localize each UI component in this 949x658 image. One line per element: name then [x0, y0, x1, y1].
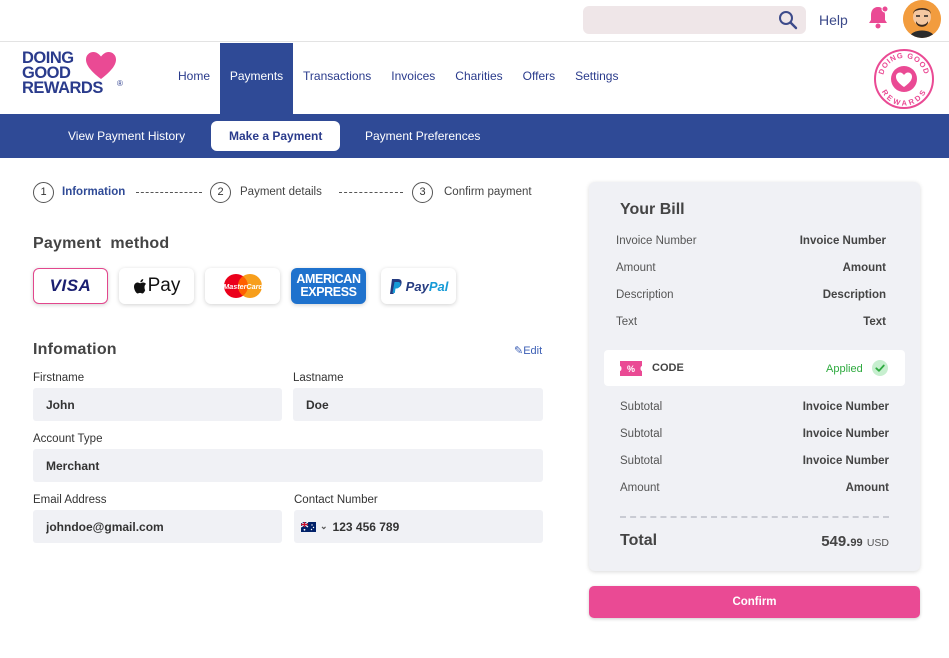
nav-menu: Home Payments Transactions Invoices Char…	[168, 43, 628, 114]
email-field[interactable]	[33, 510, 282, 543]
paypal-icon	[389, 278, 402, 294]
bill-row-value: Text	[863, 316, 886, 328]
code-label: CODE	[652, 362, 684, 374]
step-2-number: 2	[210, 182, 231, 203]
contact-label: Contact Number	[294, 494, 378, 506]
mastercard-logo: MasterCard	[223, 274, 263, 298]
lastname-field[interactable]	[293, 388, 543, 421]
confirm-button[interactable]: Confirm	[589, 586, 920, 618]
step-3-label: Confirm payment	[444, 186, 532, 198]
nav-item-transactions[interactable]: Transactions	[293, 43, 381, 114]
step-1-number: 1	[33, 182, 54, 203]
contact-number-value: 123 456 789	[332, 519, 400, 534]
nav-item-home[interactable]: Home	[168, 43, 220, 114]
lastname-label: Lastname	[293, 372, 344, 384]
payment-option-paypal[interactable]: Pay Pal	[381, 268, 456, 304]
firstname-label: Firstname	[33, 372, 85, 384]
coupon-icon: %	[620, 361, 642, 376]
nav-item-payments[interactable]: Payments	[220, 43, 294, 114]
subnav-make-a-payment[interactable]: Make a Payment	[211, 121, 341, 151]
step-3-number: 3	[412, 182, 433, 203]
logo-line3: REWARDS	[22, 79, 103, 97]
help-link[interactable]: Help	[819, 12, 848, 28]
step-indicator: 1 Information 2 Payment details 3 Confir…	[33, 182, 553, 204]
payment-option-visa[interactable]: VISA	[33, 268, 108, 304]
svg-text:%: %	[627, 364, 635, 374]
logo-registered: ®	[117, 79, 123, 88]
bill-row-value: Invoice Number	[799, 235, 886, 247]
amex-line2: EXPRESS	[300, 285, 357, 299]
mastercard-text: MasterCard	[223, 282, 263, 291]
payment-option-mastercard[interactable]: MasterCard	[205, 268, 280, 304]
step-divider	[136, 192, 202, 193]
divider	[620, 516, 889, 518]
summary-row-value: Invoice Number	[802, 401, 889, 413]
nav-item-settings[interactable]: Settings	[565, 43, 628, 114]
nav-item-invoices[interactable]: Invoices	[381, 43, 445, 114]
bill-row-value: Description	[822, 289, 886, 301]
paypal-text-pal: Pal	[428, 278, 449, 294]
total-label: Total	[620, 532, 658, 549]
bell-icon[interactable]	[866, 4, 890, 30]
summary-row-value: Invoice Number	[802, 428, 889, 440]
edit-label: Edit	[523, 345, 543, 357]
visa-logo: VISA	[49, 276, 92, 295]
total-amount-main: 549.	[821, 533, 851, 550]
bill-row-label: Text	[616, 316, 638, 328]
badge-logo: DOING GOOD REWARDS	[874, 49, 934, 109]
chevron-down-icon[interactable]: ⌄	[320, 521, 328, 532]
utility-bar: Help	[0, 0, 949, 42]
step-divider	[339, 192, 403, 193]
bill-row-label: Description	[616, 289, 674, 301]
avatar-image	[903, 0, 941, 38]
apple-pay-text: Pay	[147, 275, 181, 296]
account-type-field[interactable]	[33, 449, 543, 482]
heart-icon	[86, 52, 116, 79]
firstname-field[interactable]	[33, 388, 282, 421]
bill-row-value: Amount	[842, 262, 886, 274]
paypal-text-pay: Pay	[405, 278, 429, 294]
step-2-label: Payment details	[240, 186, 322, 198]
summary-row-value: Invoice Number	[802, 455, 889, 467]
australia-flag-icon[interactable]	[301, 521, 316, 532]
summary-row-label: Subtotal	[620, 401, 663, 413]
bill-summary-card: Your Bill Invoice Number Invoice Number …	[589, 182, 920, 571]
summary-row-label: Subtotal	[620, 428, 663, 440]
total-amount: 549.99 USD	[821, 533, 889, 550]
code-status: Applied	[826, 363, 863, 375]
currency-label: USD	[866, 537, 889, 549]
main-nav: DOING GOOD REWARDS ® Home Payments Trans…	[0, 43, 949, 114]
total-amount-cents: 99	[850, 537, 863, 549]
payment-option-amex[interactable]: AMERICAN EXPRESS	[291, 268, 366, 304]
bill-row-label: Invoice Number	[616, 235, 697, 247]
payment-method-title: Payment method	[33, 235, 170, 252]
promo-code-box[interactable]: % CODE Applied	[604, 350, 905, 386]
account-type-label: Account Type	[33, 433, 103, 445]
nav-item-offers[interactable]: Offers	[513, 43, 565, 114]
check-circle-icon	[872, 360, 888, 376]
logo[interactable]: DOING GOOD REWARDS ®	[22, 50, 132, 103]
email-label: Email Address	[33, 494, 107, 506]
summary-row-value: Amount	[845, 482, 889, 494]
pencil-icon: ✎	[514, 345, 524, 357]
contact-number-field[interactable]: ⌄ 123 456 789	[294, 510, 543, 543]
nav-item-charities[interactable]: Charities	[445, 43, 512, 114]
subnav-payment-preferences[interactable]: Payment Preferences	[365, 129, 480, 143]
edit-button[interactable]: ✎Edit	[514, 344, 542, 357]
sub-nav: View Payment History Make a Payment Paym…	[0, 114, 949, 158]
bill-title: Your Bill	[620, 201, 685, 218]
payment-option-apple-pay[interactable]: Pay	[119, 268, 194, 304]
search-icon[interactable]	[778, 10, 798, 30]
apple-icon	[133, 278, 146, 293]
bill-row-label: Amount	[616, 262, 656, 274]
summary-row-label: Subtotal	[620, 455, 663, 467]
search-input[interactable]	[583, 6, 806, 34]
subnav-view-payment-history[interactable]: View Payment History	[68, 129, 185, 143]
summary-row-label: Amount	[620, 482, 660, 494]
information-title: Infomation	[33, 341, 117, 358]
avatar[interactable]	[903, 0, 941, 38]
step-1-label: Information	[62, 186, 126, 198]
